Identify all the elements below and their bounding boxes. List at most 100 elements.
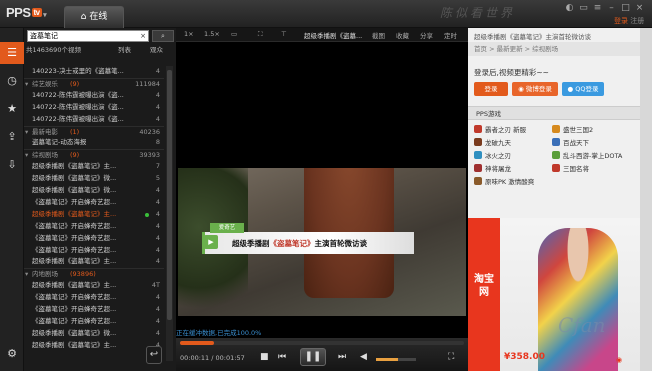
list-item[interactable]: 《盗墓笔记》开启蜂奇艺超... 4 [24, 292, 164, 304]
close-icon[interactable]: × [634, 3, 645, 14]
skin-icon[interactable]: ◐ [564, 3, 575, 14]
breadcrumb[interactable]: 首页 > 最新更新 > 综视剧场 [468, 42, 640, 56]
list-item[interactable]: 140722-陈伟霆被曝出演《盗... 4 [24, 114, 164, 126]
qq-login-button[interactable]: ● QQ登录 [562, 82, 604, 96]
list-item[interactable]: 超级季播剧《盗墓笔记》微... 4 [24, 185, 164, 197]
chevron-down-icon[interactable]: ▾ [25, 127, 28, 138]
video-area[interactable]: 爱奇艺 ▶ 超级季播剧《盗墓笔记》主演首轮微访谈 [176, 42, 468, 338]
favorite-button[interactable]: 收藏 [396, 30, 409, 40]
previous-icon[interactable]: ⏮ [278, 352, 286, 362]
advertisement[interactable]: 淘宝网 Cfan ¥358.00 ◉ [468, 218, 640, 371]
search-input[interactable]: 盗墓笔记 × [27, 30, 149, 42]
tab-online[interactable]: ⌂ 在线 [64, 6, 124, 28]
right-panel-scrollbar[interactable] [640, 28, 652, 371]
game-item[interactable]: 盛世三国2 [552, 124, 593, 136]
mini-mode-icon[interactable]: ▭ [578, 3, 589, 14]
list-item[interactable]: 超级季播剧《盗墓笔记》微... 5 [24, 173, 164, 185]
category-row[interactable]: ▾ 综视剧场 (9) 39393 [24, 149, 164, 161]
game-item[interactable]: 乱斗西游-掌上DOTA [552, 150, 622, 162]
col-views[interactable]: 观众 [150, 44, 163, 54]
aspect-icon[interactable]: ▭ [231, 30, 237, 38]
playlist-sidebar: 盗墓笔记 × ⌕ 共1463690个视频 列表 观众 140223-决士或里的《盗… [24, 28, 176, 371]
timer-button[interactable]: 定时 [444, 30, 457, 40]
list-item[interactable]: 《盗墓笔记》开启蜂奇艺超... 4 [24, 304, 164, 316]
fullscreen-icon[interactable]: ⛶ [258, 30, 263, 39]
list-item[interactable]: 超级季播剧《盗墓笔记》主... 4 [24, 209, 164, 221]
upload-icon[interactable]: ⇪ [0, 126, 24, 148]
back-icon[interactable]: ↩ [146, 346, 162, 364]
list-item[interactable]: 140722-陈伟霆被曝出演《盗... 4 [24, 90, 164, 102]
category-row[interactable]: ▾ 内地剧场 (93896) [24, 268, 164, 280]
category-count: (1) [70, 127, 80, 136]
list-item[interactable]: 《盗墓笔记》开启蜂奇艺超... 4 [24, 233, 164, 245]
chevron-down-icon[interactable]: ▾ [25, 79, 28, 90]
buffer-status: 正在缓冲数据,已完成100.0% [176, 329, 262, 337]
history-icon[interactable]: ◷ [0, 70, 24, 92]
row-title: 超级季播剧《盗墓笔记》主... [32, 209, 117, 218]
list-item[interactable]: 超级季播剧《盗墓笔记》主... 4T [24, 280, 164, 292]
row-title: 综视剧场 [32, 151, 58, 160]
volume-slider[interactable] [376, 358, 416, 361]
settings-icon[interactable]: ⚙ [0, 343, 24, 365]
login-register[interactable]: 登录 注册 [614, 16, 644, 26]
list-header: 共1463690个视频 列表 观众 [24, 44, 176, 54]
row-title: 《盗墓笔记》开启蜂奇艺超... [32, 221, 117, 230]
menu-icon[interactable]: ≡ [592, 3, 603, 14]
download-icon[interactable]: ⇩ [0, 154, 24, 176]
search-button[interactable]: ⌕ [152, 30, 174, 42]
login-link[interactable]: 登录 [614, 17, 628, 25]
list-item[interactable]: 《盗墓笔记》开启蜂奇艺超... 4 [24, 245, 164, 257]
weibo-login-button[interactable]: ◉ 微博登录 [512, 82, 558, 96]
col-list[interactable]: 列表 [118, 44, 131, 54]
search-clear-button[interactable]: × [140, 31, 146, 41]
row-title: 超级季播剧《盗墓笔记》主... [32, 281, 117, 290]
game-item[interactable]: 三国名将 [552, 163, 589, 175]
list-item[interactable]: 超级季播剧《盗墓笔记》主... 7 [24, 161, 164, 173]
list-icon[interactable]: ☰ [0, 42, 24, 64]
list-item[interactable]: 超级季播剧《盗墓笔记》微... 4 [24, 328, 164, 340]
login-button[interactable]: 登录 [474, 82, 508, 96]
game-item[interactable]: 冰火之刃 [474, 150, 511, 162]
list-item[interactable]: 超级季播剧《盗墓笔记》主... 4 [24, 340, 164, 352]
list-item[interactable]: 《盗墓笔记》开启蜂奇艺超... 4 [24, 316, 164, 328]
row-count: 39393 [139, 151, 160, 160]
scroll-thumb[interactable] [167, 70, 172, 320]
category-row[interactable]: ▾ 综艺娱乐 (9) 111984 [24, 77, 164, 90]
fullscreen-toggle-icon[interactable]: ⛶ [448, 352, 454, 362]
speed-1x-button[interactable]: 1× [184, 30, 194, 38]
chevron-down-icon[interactable]: ▾ [25, 269, 28, 280]
maximize-icon[interactable]: □ [620, 3, 631, 14]
next-icon[interactable]: ⏭ [338, 352, 346, 362]
row-count: 4 [155, 67, 160, 75]
screenshot-button[interactable]: 截图 [372, 30, 385, 40]
game-item[interactable]: 神将屠龙 [474, 163, 511, 175]
favorite-icon[interactable]: ★ [0, 98, 24, 120]
game-item[interactable]: 霸者之刃 新服 [474, 124, 526, 136]
game-item[interactable]: 龙破九天 [474, 137, 511, 149]
category-row[interactable]: ▾ 最新电影 (1) 40236 [24, 125, 164, 138]
volume-icon[interactable]: ◀ [360, 352, 367, 362]
list-item[interactable]: 140223-决士或里的《盗墓笔... 4 [24, 66, 164, 78]
register-link[interactable]: 注册 [630, 17, 644, 25]
pause-button[interactable]: ❚❚ [300, 348, 326, 366]
list-item[interactable]: 《盗墓笔记》开启蜂奇艺超... 4 [24, 197, 164, 209]
chevron-down-icon[interactable]: ▾ [25, 150, 28, 161]
list-item[interactable]: 《盗墓笔记》开启蜂奇艺超... 4 [24, 221, 164, 233]
list-item[interactable]: 140722-陈伟霆被曝出演《盗... 4 [24, 102, 164, 114]
speed-15x-button[interactable]: 1.5× [204, 30, 220, 38]
progress-bar[interactable] [180, 341, 464, 345]
game-item[interactable]: 原味PK 激情酸爽 [474, 176, 534, 188]
time-current: 00:00:11 [180, 354, 210, 362]
playlist-scrollbar[interactable] [166, 66, 173, 361]
pin-icon[interactable]: ⊤ [281, 30, 287, 38]
share-button[interactable]: 分享 [420, 30, 433, 40]
stop-icon[interactable]: ■ [260, 352, 269, 362]
minimize-icon[interactable]: – [606, 3, 617, 14]
row-count: 111984 [135, 79, 160, 88]
list-item[interactable]: 盗墓笔记-动态海报 8 [24, 137, 164, 149]
logo-badge: tv [31, 8, 42, 17]
game-item[interactable]: 百战天下 [552, 137, 589, 149]
list-item[interactable]: 超级季播剧《盗墓笔记》主... 4 [24, 256, 164, 268]
category-count: (93896) [70, 270, 96, 279]
game-icon [474, 151, 482, 159]
